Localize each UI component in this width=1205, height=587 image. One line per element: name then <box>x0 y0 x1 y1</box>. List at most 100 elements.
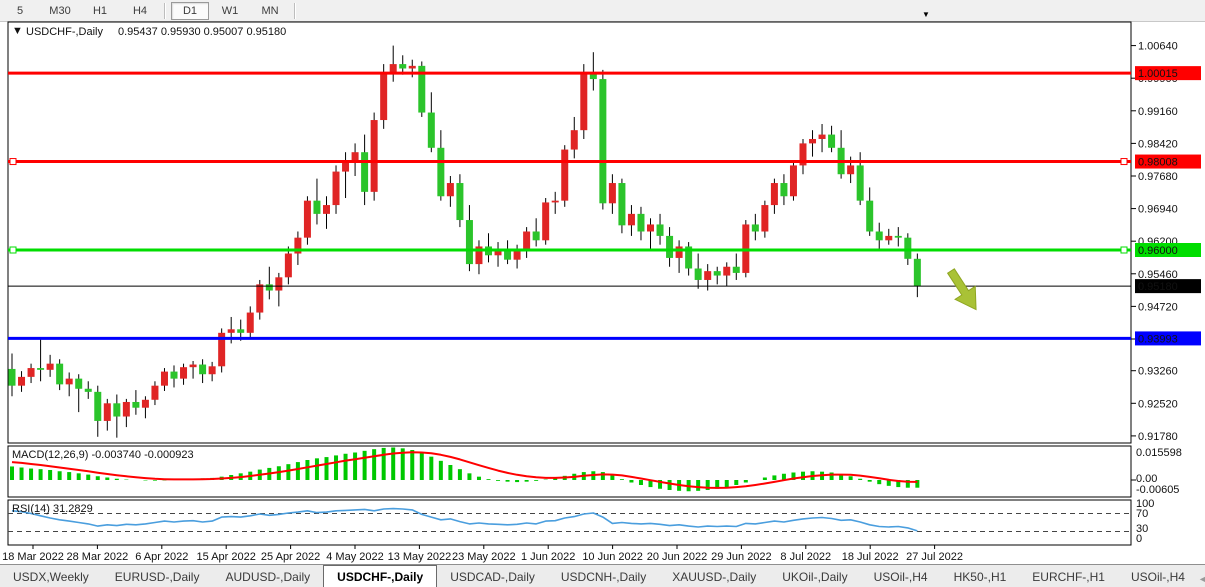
candle-body[interactable] <box>637 213 645 232</box>
candle-body[interactable] <box>751 224 759 232</box>
candle-body[interactable] <box>265 284 273 291</box>
candle-body[interactable] <box>399 64 407 69</box>
candle-body[interactable] <box>141 399 149 408</box>
candle-body[interactable] <box>580 72 588 131</box>
candle-body[interactable] <box>284 253 292 278</box>
candle-body[interactable] <box>322 205 330 214</box>
candle-body[interactable] <box>647 224 655 232</box>
symbol-tab-eurchf-h1[interactable]: EURCHF-,H1 <box>1019 567 1118 587</box>
candle-body[interactable] <box>46 363 54 370</box>
candle-body[interactable] <box>189 364 197 368</box>
hline-handle[interactable] <box>1120 246 1128 254</box>
candle-body[interactable] <box>618 183 626 226</box>
symbol-tab-eurusd-daily[interactable]: EURUSD-,Daily <box>102 567 213 587</box>
candle-body[interactable] <box>151 385 159 400</box>
candle-body[interactable] <box>370 120 378 192</box>
candle-body[interactable] <box>456 183 464 221</box>
candle-body[interactable] <box>132 401 140 408</box>
candle-body[interactable] <box>56 363 64 385</box>
candle-body[interactable] <box>208 366 216 375</box>
candle-body[interactable] <box>627 213 635 226</box>
candle-body[interactable] <box>818 134 826 139</box>
candle-body[interactable] <box>904 237 912 259</box>
candle-body[interactable] <box>875 231 883 241</box>
candle-body[interactable] <box>199 364 207 375</box>
candle-body[interactable] <box>227 329 235 333</box>
symbol-tab-usoil-h4[interactable]: USOil-,H4 <box>861 567 941 587</box>
candle-body[interactable] <box>608 183 616 204</box>
candle-body[interactable] <box>532 231 540 241</box>
candle-body[interactable] <box>113 403 121 417</box>
candle-body[interactable] <box>704 271 712 280</box>
candle-body[interactable] <box>694 268 702 280</box>
candle-body[interactable] <box>761 205 769 232</box>
candle-body[interactable] <box>523 231 531 251</box>
candle-body[interactable] <box>513 250 521 260</box>
candle-body[interactable] <box>913 258 921 287</box>
symbol-tab-hk50-h1[interactable]: HK50-,H1 <box>941 567 1020 587</box>
candle-body[interactable] <box>809 138 817 144</box>
candle-body[interactable] <box>160 371 168 386</box>
candle-body[interactable] <box>723 266 731 276</box>
candle-body[interactable] <box>275 277 283 291</box>
symbol-tab-usdcnh-daily[interactable]: USDCNH-,Daily <box>548 567 659 587</box>
candle-body[interactable] <box>313 200 321 214</box>
candle-body[interactable] <box>599 79 607 204</box>
candle-body[interactable] <box>103 403 111 421</box>
candle-body[interactable] <box>303 200 311 238</box>
candle-body[interactable] <box>656 224 664 236</box>
candle-body[interactable] <box>437 147 445 197</box>
symbol-tab-usdcad-daily[interactable]: USDCAD-,Daily <box>437 567 548 587</box>
symbol-tab-usdx-weekly[interactable]: USDX,Weekly <box>0 567 102 587</box>
candle-body[interactable] <box>332 171 340 206</box>
candle-body[interactable] <box>828 134 836 148</box>
candle-body[interactable] <box>408 65 416 69</box>
candle-body[interactable] <box>84 388 92 392</box>
candle-body[interactable] <box>465 220 473 265</box>
candle-body[interactable] <box>427 112 435 148</box>
candle-body[interactable] <box>542 202 550 241</box>
candle-body[interactable] <box>885 235 893 241</box>
candle-body[interactable] <box>732 266 740 273</box>
candle-body[interactable] <box>847 165 855 175</box>
symbol-dropdown-icon[interactable]: ▼ <box>12 25 23 37</box>
symbol-tab-ukoil-daily[interactable]: UKOil-,Daily <box>769 567 860 587</box>
candle-body[interactable] <box>27 368 35 377</box>
candle-body[interactable] <box>75 378 83 389</box>
candle-body[interactable] <box>856 165 864 201</box>
candle-body[interactable] <box>770 183 778 206</box>
symbol-tab-xauusd-daily[interactable]: XAUUSD-,Daily <box>659 567 769 587</box>
candle-body[interactable] <box>389 64 397 73</box>
candle-body[interactable] <box>780 183 788 197</box>
candle-body[interactable] <box>666 235 674 258</box>
candle-body[interactable] <box>866 200 874 232</box>
candle-body[interactable] <box>361 152 369 192</box>
candle-body[interactable] <box>713 271 721 276</box>
candle-body[interactable] <box>18 376 26 386</box>
hline-handle[interactable] <box>9 246 17 254</box>
candle-body[interactable] <box>789 165 797 197</box>
candle-body[interactable] <box>8 368 16 386</box>
tabs-scroll-left-icon[interactable]: ◄ <box>1198 574 1205 584</box>
candle-body[interactable] <box>675 246 683 258</box>
candle-body[interactable] <box>65 378 73 385</box>
candle-body[interactable] <box>246 312 254 333</box>
candle-body[interactable] <box>94 391 102 421</box>
candle-body[interactable] <box>237 329 245 333</box>
candle-body[interactable] <box>561 149 569 201</box>
symbol-tab-usdchf-daily[interactable]: USDCHF-,Daily <box>323 565 438 587</box>
candle-body[interactable] <box>380 72 388 121</box>
candle-body[interactable] <box>894 235 902 238</box>
hline-handle[interactable] <box>1120 158 1128 166</box>
candle-body[interactable] <box>180 367 188 379</box>
candle-body[interactable] <box>551 200 559 203</box>
candle-body[interactable] <box>37 368 45 370</box>
symbol-tab-usoil-h4[interactable]: USOil-,H4 <box>1118 567 1198 587</box>
candle-body[interactable] <box>351 152 359 162</box>
candle-body[interactable] <box>170 371 178 379</box>
candle-body[interactable] <box>122 401 130 417</box>
hline-handle[interactable] <box>9 158 17 166</box>
symbol-tab-audusd-daily[interactable]: AUDUSD-,Daily <box>212 567 323 587</box>
candle-body[interactable] <box>256 284 264 313</box>
candle-body[interactable] <box>446 183 454 197</box>
